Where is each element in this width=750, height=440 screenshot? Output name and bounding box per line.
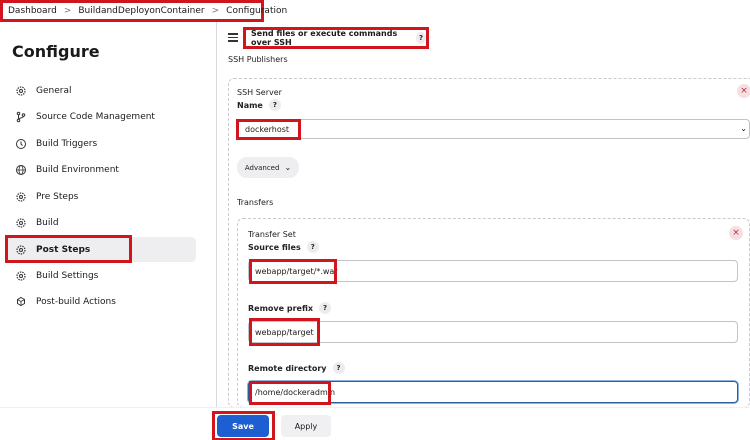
- source-files-label-text: Source files: [248, 242, 301, 252]
- sidebar-item-label: General: [36, 85, 72, 96]
- highlight-dockerhost: [236, 119, 301, 140]
- help-icon[interactable]: ?: [332, 362, 345, 374]
- sidebar-item-build-triggers[interactable]: Build Triggers: [6, 131, 196, 156]
- help-icon[interactable]: ?: [415, 32, 426, 44]
- breadcrumb-dashboard[interactable]: Dashboard: [8, 6, 57, 16]
- clock-icon: [16, 138, 26, 149]
- gear-icon: [16, 217, 26, 228]
- highlight-remote-directory: [249, 381, 331, 405]
- highlight-source-files: [249, 259, 337, 284]
- section-title: Send files or execute commands over SSH …: [243, 27, 429, 49]
- remove-prefix-label: Remove prefix ?: [248, 302, 332, 314]
- section-title-text: Send files or execute commands over SSH: [251, 29, 398, 47]
- chevron-down-icon: ⌄: [284, 163, 292, 172]
- name-label: Name ?: [237, 99, 281, 111]
- sidebar-item-label: Source Code Management: [36, 111, 155, 122]
- apply-button[interactable]: Apply: [281, 415, 331, 437]
- transfer-set-heading: Transfer Set: [248, 230, 296, 239]
- sidebar-item-pre-steps[interactable]: Pre Steps: [6, 184, 196, 209]
- remove-ssh-server-button[interactable]: ×: [737, 84, 750, 98]
- sidebar-item-build-settings[interactable]: Build Settings: [6, 263, 196, 288]
- branch-icon: [16, 111, 26, 122]
- sidebar-item-label: Post-build Actions: [36, 296, 116, 307]
- ssh-publishers-label: SSH Publishers: [228, 55, 288, 64]
- sidebar-item-post-build-actions[interactable]: Post-build Actions: [6, 289, 196, 314]
- help-icon[interactable]: ?: [268, 99, 281, 111]
- sidebar-item-label: Build Settings: [36, 270, 99, 281]
- remove-prefix-input[interactable]: webapp/target: [248, 321, 738, 343]
- gear-icon: [16, 270, 26, 281]
- sidebar-item-build[interactable]: Build: [6, 210, 196, 235]
- name-label-text: Name: [237, 100, 263, 110]
- remote-directory-label: Remote directory ?: [248, 362, 345, 374]
- sidebar-divider: [216, 22, 217, 407]
- sidebar-item-general[interactable]: General: [6, 78, 196, 103]
- transfers-label: Transfers: [237, 198, 274, 207]
- sidebar-item-label: Pre Steps: [36, 191, 79, 202]
- sidebar-item-label: Build: [36, 217, 59, 228]
- ssh-server-heading: SSH Server: [237, 88, 282, 97]
- breadcrumb-separator: >: [63, 6, 72, 16]
- cubes-icon: [17, 296, 25, 306]
- remove-transfer-set-button[interactable]: ×: [729, 226, 743, 240]
- sidebar-item-label: Build Triggers: [36, 138, 98, 149]
- remote-directory-label-text: Remote directory: [248, 363, 327, 373]
- page-title: Configure: [12, 42, 100, 61]
- globe-icon: [16, 164, 26, 175]
- highlight-save: [212, 411, 275, 440]
- advanced-button[interactable]: Advanced ⌄: [237, 157, 299, 178]
- breadcrumb-job[interactable]: BuildandDeployonContainer: [78, 6, 204, 16]
- source-files-label: Source files ?: [248, 241, 319, 253]
- help-icon[interactable]: ?: [306, 241, 319, 253]
- breadcrumb-separator: >: [211, 6, 220, 16]
- breadcrumb: Dashboard > BuildandDeployonContainer > …: [0, 0, 287, 22]
- breadcrumb-configuration[interactable]: Configuration: [226, 6, 287, 16]
- highlight-remove-prefix: [249, 318, 320, 346]
- gear-icon: [16, 85, 26, 96]
- sidebar-item-label: Build Environment: [36, 164, 119, 175]
- advanced-button-label: Advanced: [244, 163, 280, 172]
- drag-handle-icon[interactable]: [228, 33, 238, 44]
- help-icon[interactable]: ?: [319, 302, 332, 314]
- ssh-server-select[interactable]: dockerhost ⌄: [237, 119, 750, 139]
- chevron-down-icon: ⌄: [740, 124, 747, 133]
- sidebar-item-source-code-management[interactable]: Source Code Management: [6, 104, 196, 129]
- bottom-action-bar: [0, 407, 750, 440]
- remove-prefix-label-text: Remove prefix: [248, 303, 314, 313]
- gear-icon: [16, 191, 26, 202]
- highlight-post-steps: [5, 235, 132, 263]
- sidebar-item-build-environment[interactable]: Build Environment: [6, 157, 196, 182]
